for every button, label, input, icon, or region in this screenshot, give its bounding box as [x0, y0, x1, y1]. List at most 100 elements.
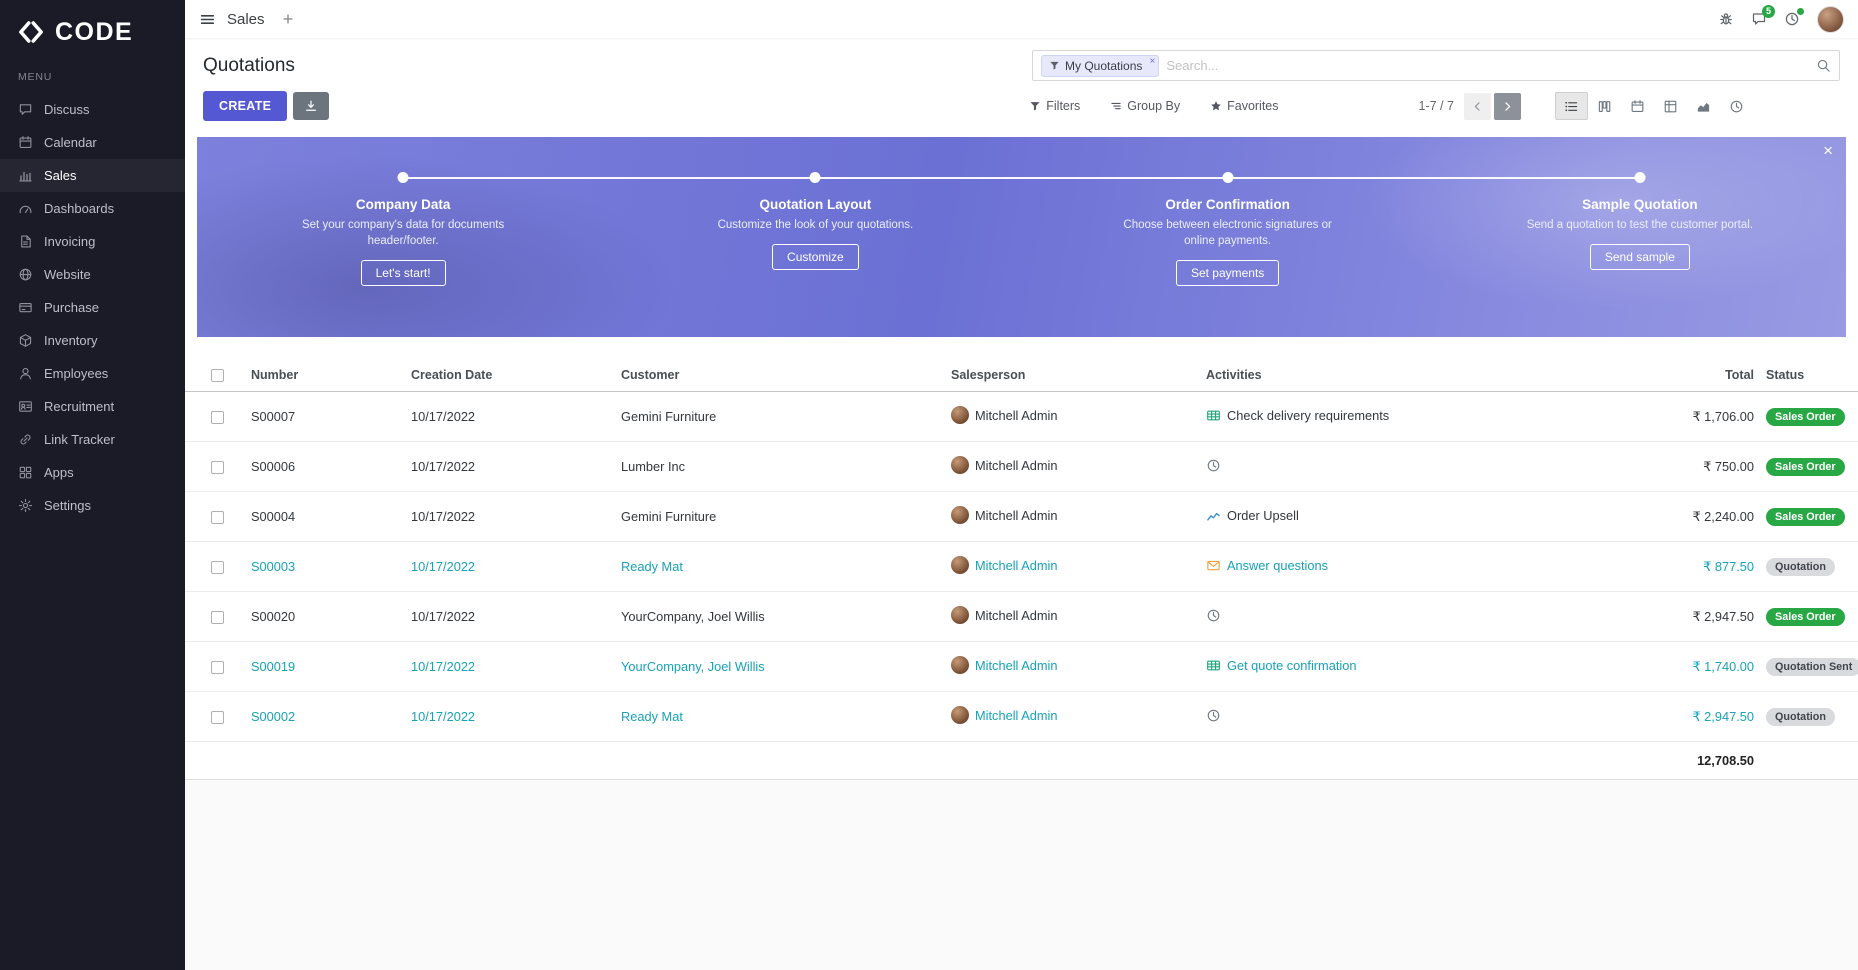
row-customer[interactable]: Gemini Furniture [615, 492, 945, 542]
sidebar-item-website[interactable]: Website [0, 258, 185, 291]
row-activity[interactable] [1200, 692, 1545, 742]
row-salesperson[interactable]: Mitchell Admin [945, 442, 1200, 492]
row-number[interactable]: S00020 [245, 592, 405, 642]
remove-filter-icon[interactable]: × [1150, 56, 1156, 68]
calendar-view-button[interactable] [1621, 92, 1654, 120]
group-by-button[interactable]: Group By [1110, 99, 1180, 113]
row-checkbox[interactable] [211, 511, 224, 524]
row-checkbox[interactable] [211, 611, 224, 624]
row-customer[interactable]: Ready Mat [615, 692, 945, 742]
step-action-button[interactable]: Let's start! [361, 260, 446, 286]
row-date[interactable]: 10/17/2022 [405, 592, 615, 642]
row-number[interactable]: S00007 [245, 392, 405, 442]
column-header-number[interactable]: Number [245, 359, 405, 392]
list-view-button[interactable] [1555, 92, 1588, 120]
sidebar-item-recruitment[interactable]: Recruitment [0, 390, 185, 423]
sidebar-item-apps[interactable]: Apps [0, 456, 185, 489]
sidebar-item-purchase[interactable]: Purchase [0, 291, 185, 324]
row-activity[interactable]: Check delivery requirements [1200, 392, 1545, 442]
table-row[interactable]: S0002010/17/2022YourCompany, Joel Willis… [185, 592, 1858, 642]
row-date[interactable]: 10/17/2022 [405, 442, 615, 492]
sidebar-item-calendar[interactable]: Calendar [0, 126, 185, 159]
filters-button[interactable]: Filters [1029, 99, 1080, 113]
row-total[interactable]: ₹ 877.50 [1545, 542, 1760, 592]
sidebar-item-dashboards[interactable]: Dashboards [0, 192, 185, 225]
create-button[interactable]: CREATE [203, 91, 287, 121]
step-action-button[interactable]: Customize [772, 244, 859, 270]
app-title[interactable]: Sales [227, 11, 265, 28]
row-total[interactable]: ₹ 1,740.00 [1545, 642, 1760, 692]
row-date[interactable]: 10/17/2022 [405, 492, 615, 542]
table-row[interactable]: S0000410/17/2022Gemini FurnitureMitchell… [185, 492, 1858, 542]
export-button[interactable] [293, 92, 329, 120]
row-salesperson[interactable]: Mitchell Admin [945, 592, 1200, 642]
table-row[interactable]: S0000210/17/2022Ready MatMitchell Admin₹… [185, 692, 1858, 742]
table-row[interactable]: S0000610/17/2022Lumber IncMitchell Admin… [185, 442, 1858, 492]
plus-icon[interactable] [281, 12, 295, 26]
row-checkbox[interactable] [211, 461, 224, 474]
close-icon[interactable]: × [1823, 142, 1833, 159]
row-date[interactable]: 10/17/2022 [405, 392, 615, 442]
row-customer[interactable]: Gemini Furniture [615, 392, 945, 442]
row-customer[interactable]: Lumber Inc [615, 442, 945, 492]
row-customer[interactable]: YourCompany, Joel Willis [615, 642, 945, 692]
select-all-checkbox[interactable] [211, 369, 224, 382]
app-logo[interactable]: CODE [0, 0, 185, 65]
sidebar-item-invoicing[interactable]: Invoicing [0, 225, 185, 258]
graph-view-button[interactable] [1687, 92, 1720, 120]
row-activity[interactable]: Order Upsell [1200, 492, 1545, 542]
row-number[interactable]: S00004 [245, 492, 405, 542]
search-filter-chip[interactable]: My Quotations × [1041, 55, 1159, 77]
column-header-creation-date[interactable]: Creation Date [405, 359, 615, 392]
sidebar-item-sales[interactable]: Sales [0, 159, 185, 192]
row-activity[interactable]: Get quote confirmation [1200, 642, 1545, 692]
column-header-customer[interactable]: Customer [615, 359, 945, 392]
column-header-status[interactable]: Status [1760, 359, 1858, 392]
activities-button[interactable] [1784, 11, 1800, 27]
row-checkbox[interactable] [211, 711, 224, 724]
kanban-view-button[interactable] [1588, 92, 1621, 120]
user-avatar[interactable] [1817, 6, 1844, 33]
row-total[interactable]: ₹ 2,947.50 [1545, 592, 1760, 642]
row-total[interactable]: ₹ 2,947.50 [1545, 692, 1760, 742]
row-number[interactable]: S00019 [245, 642, 405, 692]
row-number[interactable]: S00003 [245, 542, 405, 592]
pager-previous-button[interactable] [1464, 93, 1491, 120]
step-action-button[interactable]: Set payments [1176, 260, 1279, 286]
row-number[interactable]: S00002 [245, 692, 405, 742]
activity-view-button[interactable] [1720, 92, 1753, 120]
sidebar-item-inventory[interactable]: Inventory [0, 324, 185, 357]
table-row[interactable]: S0000710/17/2022Gemini FurnitureMitchell… [185, 392, 1858, 442]
row-checkbox[interactable] [211, 411, 224, 424]
search-input[interactable] [1166, 58, 1809, 73]
debug-button[interactable] [1718, 11, 1734, 27]
sidebar-item-employees[interactable]: Employees [0, 357, 185, 390]
pager-next-button[interactable] [1494, 93, 1521, 120]
search-bar[interactable]: My Quotations × [1032, 50, 1840, 81]
row-customer[interactable]: Ready Mat [615, 542, 945, 592]
row-total[interactable]: ₹ 1,706.00 [1545, 392, 1760, 442]
sidebar-item-settings[interactable]: Settings [0, 489, 185, 522]
row-salesperson[interactable]: Mitchell Admin [945, 492, 1200, 542]
row-salesperson[interactable]: Mitchell Admin [945, 392, 1200, 442]
row-date[interactable]: 10/17/2022 [405, 542, 615, 592]
row-total[interactable]: ₹ 750.00 [1545, 442, 1760, 492]
messages-button[interactable]: 5 [1751, 11, 1767, 27]
pivot-view-button[interactable] [1654, 92, 1687, 120]
row-activity[interactable]: Answer questions [1200, 542, 1545, 592]
row-salesperson[interactable]: Mitchell Admin [945, 542, 1200, 592]
table-row[interactable]: S0000310/17/2022Ready MatMitchell AdminA… [185, 542, 1858, 592]
search-icon[interactable] [1816, 58, 1831, 73]
row-checkbox[interactable] [211, 561, 224, 574]
row-date[interactable]: 10/17/2022 [405, 642, 615, 692]
row-activity[interactable] [1200, 592, 1545, 642]
menu-toggle-icon[interactable] [199, 11, 216, 28]
row-total[interactable]: ₹ 2,240.00 [1545, 492, 1760, 542]
row-date[interactable]: 10/17/2022 [405, 692, 615, 742]
sidebar-item-link-tracker[interactable]: Link Tracker [0, 423, 185, 456]
sidebar-item-discuss[interactable]: Discuss [0, 93, 185, 126]
column-header-salesperson[interactable]: Salesperson [945, 359, 1200, 392]
row-activity[interactable] [1200, 442, 1545, 492]
favorites-button[interactable]: Favorites [1210, 99, 1278, 113]
step-action-button[interactable]: Send sample [1590, 244, 1690, 270]
